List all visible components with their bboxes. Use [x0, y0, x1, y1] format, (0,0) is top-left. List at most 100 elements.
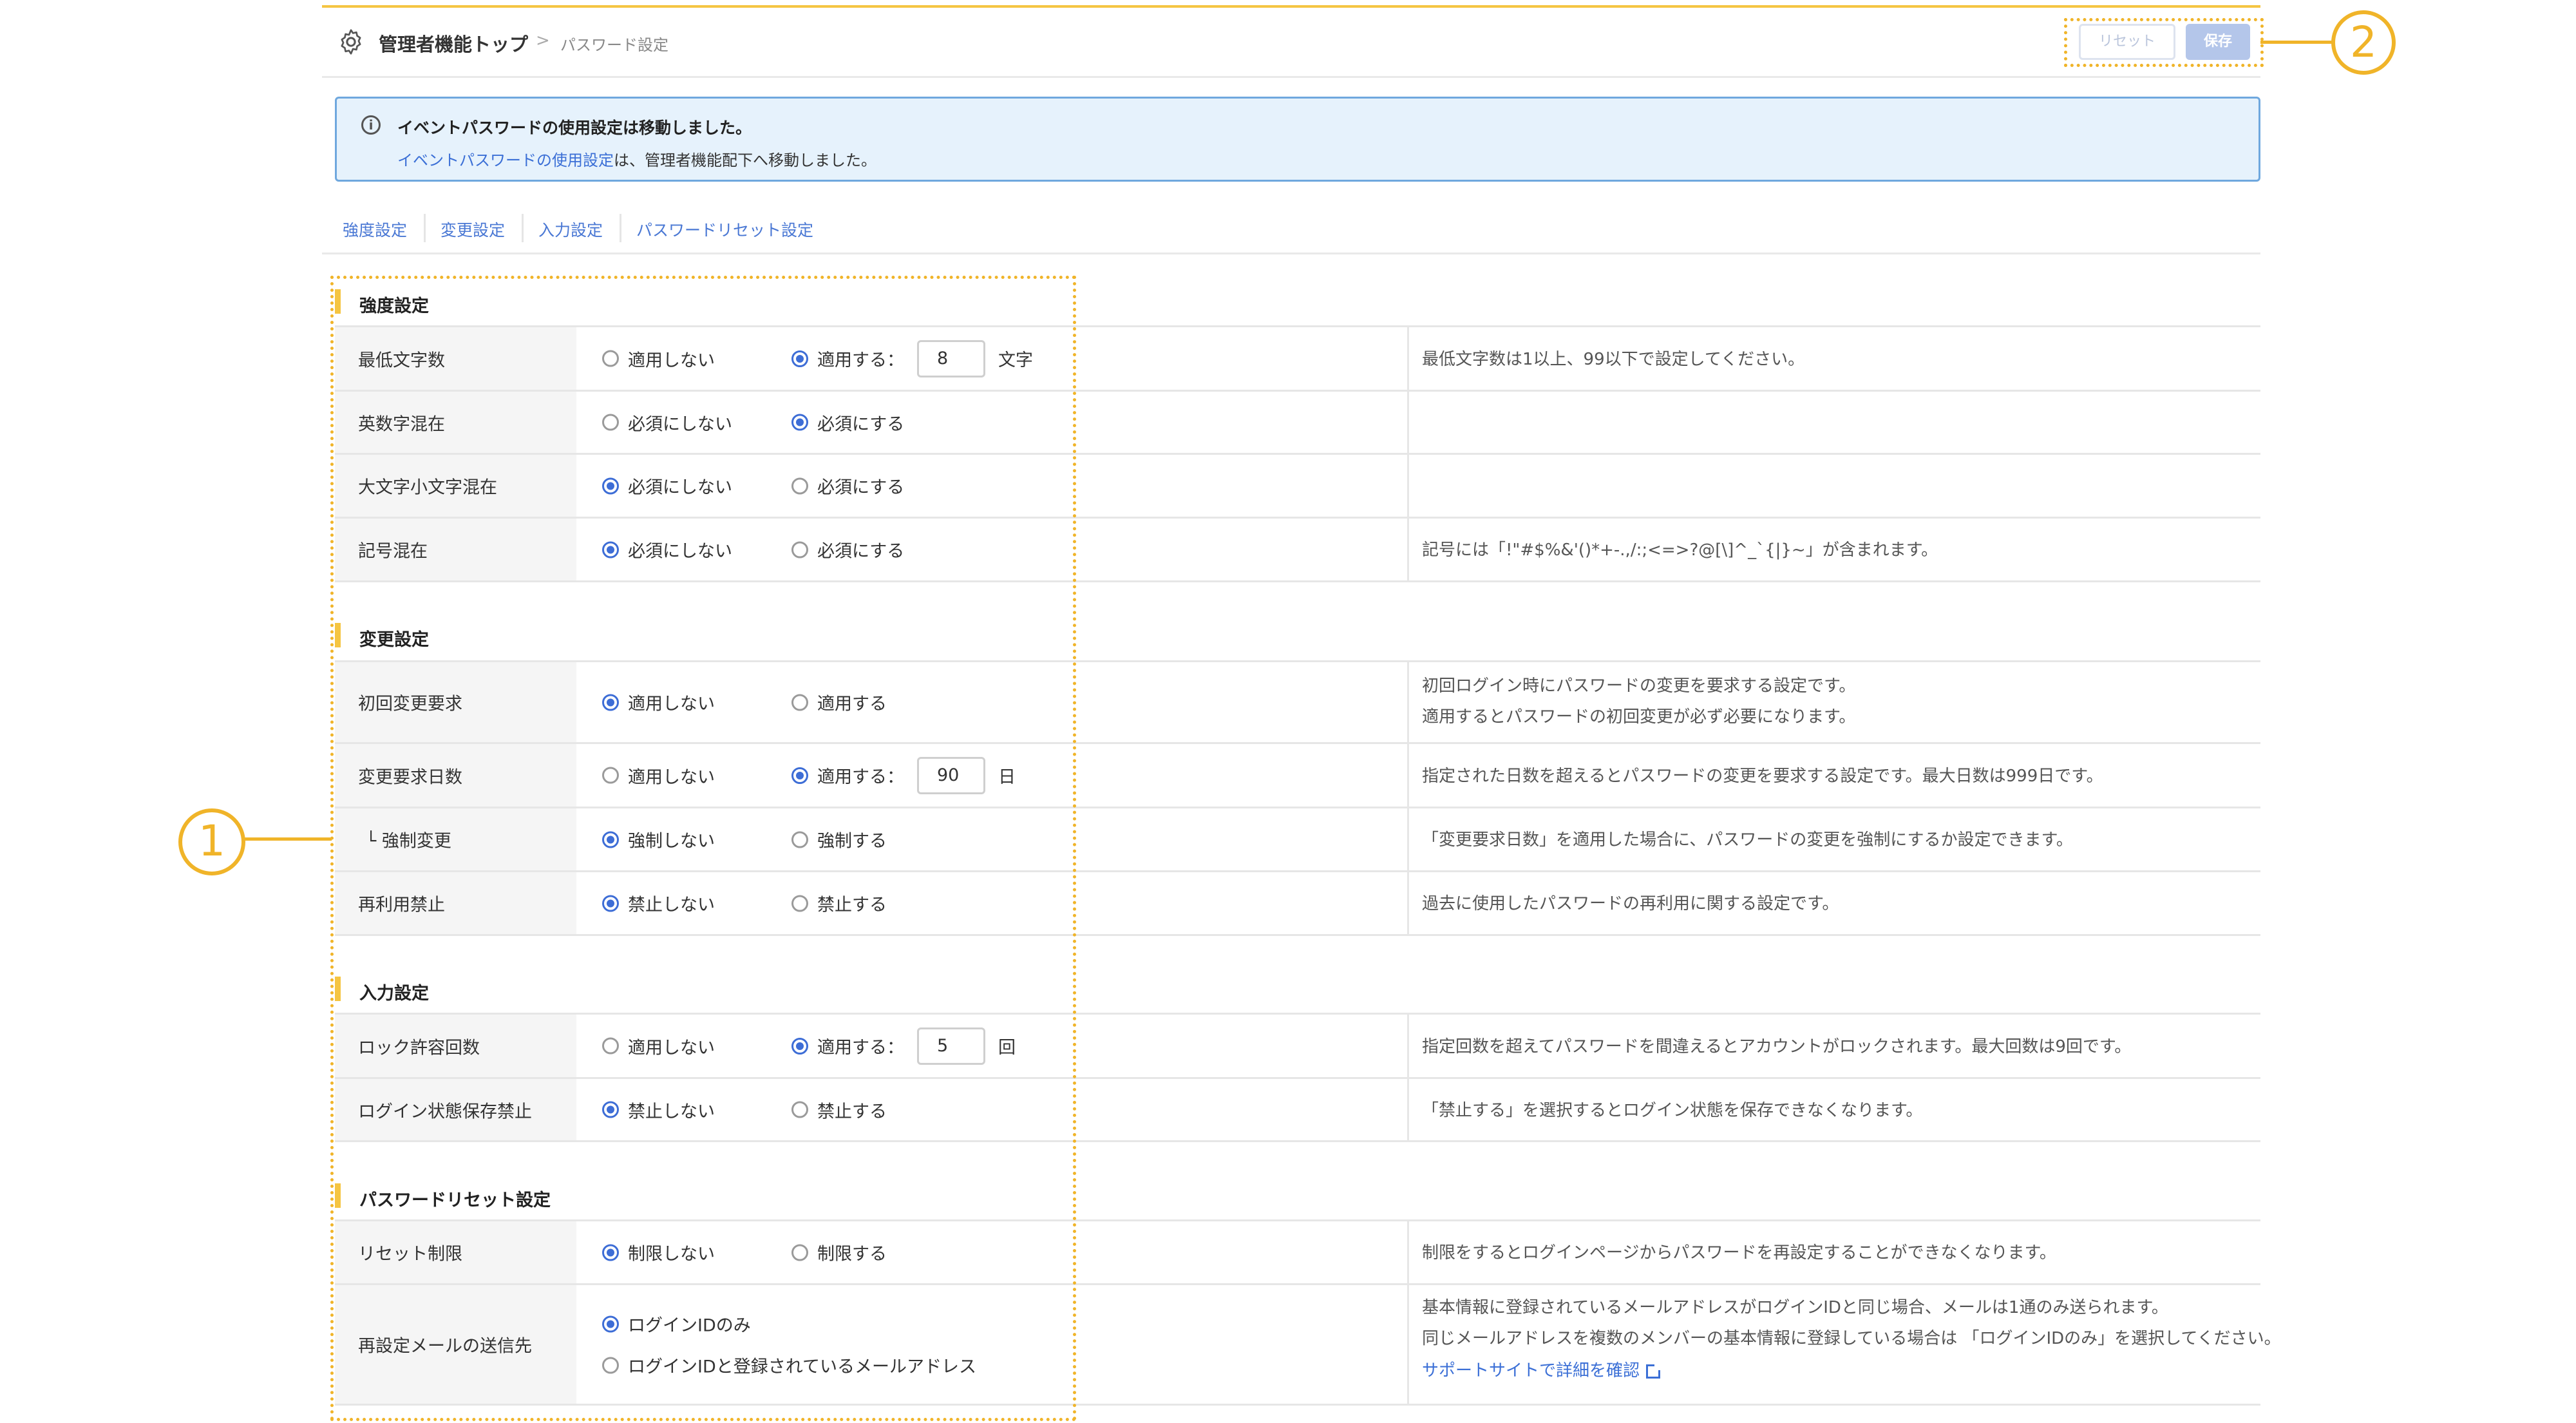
row-label-cell: 変更要求日数 — [335, 744, 576, 807]
radio-option-off[interactable]: 必須にしない — [602, 410, 732, 435]
support-link-label: サポートサイトで詳細を確認 — [1422, 1361, 1640, 1380]
radio-button-selected[interactable] — [602, 1244, 619, 1261]
section-bar — [335, 623, 341, 647]
row-reuse: 再利用禁止 禁止しない 禁止する 過去に使用したパスワードの再利用に関する設定で… — [335, 870, 2260, 934]
radio-button-selected[interactable] — [602, 541, 619, 558]
support-site-link[interactable]: サポートサイトで詳細を確認 — [1422, 1356, 1663, 1386]
radio-button-selected[interactable] — [602, 477, 619, 494]
radio-option-on[interactable]: 適用する： 90 日 — [791, 756, 1016, 794]
radio-option-login-id-and-mail[interactable]: ログインIDと登録されているメールアドレス — [602, 1353, 976, 1378]
radio-option-on[interactable]: 必須にする — [791, 410, 904, 435]
radio-option-login-id[interactable]: ログインIDのみ — [602, 1312, 751, 1337]
radio-button[interactable] — [791, 1244, 808, 1261]
radio-button[interactable] — [791, 477, 808, 494]
radio-option-off[interactable]: 適用しない — [602, 690, 715, 715]
radio-button-selected[interactable] — [791, 1037, 808, 1055]
radio-button[interactable] — [602, 350, 619, 367]
radio-label: 必須にしない — [628, 477, 732, 498]
lock-count-input[interactable]: 5 — [917, 1027, 985, 1065]
row-label-cell: 再設定メールの送信先 — [335, 1285, 576, 1404]
radio-button[interactable] — [602, 414, 619, 431]
description-text: 「変更要求日数」を適用した場合に、パスワードの変更を強制にするか設定できます。 — [1422, 830, 2073, 850]
section-bar — [335, 977, 341, 1001]
annotation-2-marker: 2 — [2331, 10, 2396, 75]
radio-label: ログインIDと登録されているメールアドレス — [628, 1357, 976, 1377]
row-description: 基本情報に登録されているメールアドレスがログインIDと同じ場合、メールは1通のみ… — [1422, 1285, 2281, 1404]
section-title: 入力設定 — [359, 984, 429, 1004]
tab-divider — [620, 214, 621, 242]
radio-button[interactable] — [791, 831, 808, 848]
radio-option-on[interactable]: 必須にする — [791, 473, 904, 499]
breadcrumb-home[interactable]: 管理者機能トップ — [379, 30, 528, 57]
radio-button-selected[interactable] — [602, 895, 619, 912]
info-body-text: は、管理者機能配下へ移動しました。 — [614, 151, 876, 169]
radio-option-on[interactable]: 適用する — [791, 690, 887, 715]
row-options: 必須にしない 必須にする — [576, 519, 1409, 580]
radio-label: 必須にする — [817, 541, 905, 562]
radio-label: 禁止する — [817, 895, 887, 915]
radio-option-off[interactable]: 必須にしない — [602, 537, 732, 562]
radio-button[interactable] — [602, 1037, 619, 1055]
radio-button-selected[interactable] — [602, 694, 619, 711]
radio-button-selected[interactable] — [791, 414, 808, 431]
radio-button[interactable] — [602, 1357, 619, 1373]
radio-button-selected[interactable] — [602, 1315, 619, 1332]
radio-option-off[interactable]: 必須にしない — [602, 473, 732, 499]
row-case: 大文字小文字混在 必須にしない 必須にする — [335, 453, 2260, 517]
tab-change[interactable]: 変更設定 — [440, 218, 505, 241]
radio-button[interactable] — [791, 694, 808, 711]
tab-password-reset[interactable]: パスワードリセット設定 — [636, 218, 813, 241]
description-text: 基本情報に登録されているメールアドレスがログインIDと同じ場合、メールは1通のみ… — [1422, 1298, 2168, 1317]
radio-option-off[interactable]: 禁止しない — [602, 891, 715, 916]
radio-option-off[interactable]: 強制しない — [602, 827, 715, 852]
tab-strength[interactable]: 強度設定 — [343, 218, 407, 241]
description-text: 適用するとパスワードの初回変更が必ず必要になります。 — [1422, 707, 1856, 727]
radio-label: 禁止しない — [628, 895, 715, 915]
description-text: 指定回数を超えてパスワードを間違えるとアカウントがロックされます。最大回数は9回… — [1422, 1037, 2132, 1056]
radio-button-selected[interactable] — [602, 1101, 619, 1118]
radio-option-off[interactable]: 適用しない — [602, 346, 715, 371]
row-options: 必須にしない 必須にする — [576, 392, 1409, 453]
row-description: 制限をするとログインページからパスワードを再設定することができなくなります。 — [1422, 1221, 2260, 1283]
row-description: 「変更要求日数」を適用した場合に、パスワードの変更を強制にするか設定できます。 — [1422, 808, 2260, 870]
radio-option-off[interactable]: 制限しない — [602, 1240, 715, 1265]
min-length-input[interactable]: 8 — [917, 339, 985, 377]
radio-option-on[interactable]: 必須にする — [791, 537, 904, 562]
radio-button[interactable] — [791, 895, 808, 912]
radio-button-selected[interactable] — [791, 767, 808, 784]
radio-button-selected[interactable] — [791, 350, 808, 367]
radio-label: 必須にしない — [628, 414, 732, 434]
radio-option-off[interactable]: 適用しない — [602, 763, 715, 788]
radio-label: ログインIDのみ — [628, 1315, 751, 1336]
row-label: 初回変更要求 — [358, 694, 462, 714]
radio-button[interactable] — [791, 541, 808, 558]
radio-option-on[interactable]: 禁止する — [791, 891, 887, 916]
radio-option-off[interactable]: 禁止しない — [602, 1097, 715, 1122]
radio-button-selected[interactable] — [602, 831, 619, 848]
radio-button[interactable] — [602, 767, 619, 784]
tab-input[interactable]: 入力設定 — [538, 218, 603, 241]
radio-option-on[interactable]: 制限する — [791, 1240, 887, 1265]
row-description: 「禁止する」を選択するとログイン状態を保存できなくなります。 — [1422, 1079, 2260, 1140]
row-label: 変更要求日数 — [358, 767, 462, 787]
section-title: 強度設定 — [359, 296, 429, 316]
radio-option-on[interactable]: 適用する： 8 文字 — [791, 339, 1033, 377]
description-text: 最低文字数は1以上、99以下で設定してください。 — [1422, 350, 1805, 369]
row-description — [1422, 392, 2260, 453]
row-label: 再利用禁止 — [358, 895, 445, 915]
radio-option-on[interactable]: 禁止する — [791, 1097, 887, 1122]
radio-option-on[interactable]: 適用する： 5 回 — [791, 1027, 1016, 1065]
radio-button[interactable] — [791, 1101, 808, 1118]
radio-label: 適用する： — [817, 350, 904, 370]
row-label: 記号混在 — [358, 541, 428, 562]
row-label-cell: 最低文字数 — [335, 327, 576, 390]
row-options: 禁止しない 禁止する — [576, 1079, 1409, 1140]
row-save-login: ログイン状態保存禁止 禁止しない 禁止する 「禁止する」を選択するとログイン状態… — [335, 1077, 2260, 1140]
radio-option-on[interactable]: 強制する — [791, 827, 887, 852]
change-days-input[interactable]: 90 — [917, 756, 985, 794]
info-link[interactable]: イベントパスワードの使用設定 — [397, 151, 614, 169]
section-strength: 強度設定 — [335, 282, 2260, 320]
row-lock: ロック許容回数 適用しない 適用する： 5 回 指定回数を超えてパスワードを間違える… — [335, 1013, 2260, 1077]
unit-label: 回 — [998, 1038, 1016, 1058]
radio-option-off[interactable]: 適用しない — [602, 1033, 715, 1058]
